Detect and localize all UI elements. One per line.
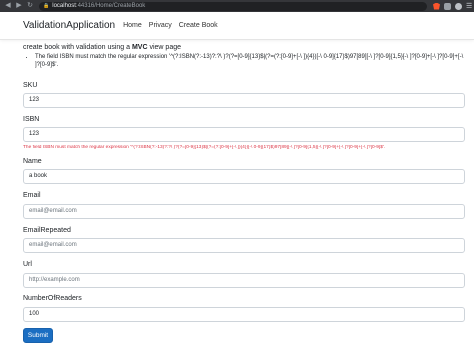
browser-nav: ◀ ▶ ↻: [4, 0, 34, 12]
submit-button[interactable]: Submit: [23, 328, 53, 343]
email-group: Email email@email.com: [23, 191, 465, 219]
name-group: Name a book: [23, 157, 465, 184]
shield-icon[interactable]: [444, 2, 451, 10]
nav-link-home[interactable]: Home: [123, 22, 142, 29]
email-repeated-label: EmailRepeated: [23, 227, 71, 234]
back-arrow-icon[interactable]: ◀: [4, 0, 12, 12]
reload-icon[interactable]: ↻: [26, 0, 34, 12]
nav-link-create-book[interactable]: Create Book: [179, 22, 218, 29]
browser-extensions: ☰: [433, 2, 472, 10]
isbn-label: ISBN: [23, 116, 40, 123]
url-host: localhost: [52, 3, 76, 9]
intro-text-before: create book with validation using a: [23, 44, 132, 51]
brave-lion-icon[interactable]: [433, 2, 440, 10]
isbn-input[interactable]: 123: [23, 127, 465, 142]
isbn-group: ISBN 123 The field ISBN must match the r…: [23, 115, 465, 150]
name-label: Name: [23, 158, 42, 165]
browser-menu-icon[interactable]: ☰: [466, 3, 472, 10]
url-group: Url http://example.com: [23, 260, 465, 288]
url-path: :44316/Home/CreateBook: [75, 3, 146, 9]
validation-summary: The field ISBN must match the regular ex…: [23, 53, 465, 69]
email-input[interactable]: email@email.com: [23, 204, 465, 219]
sku-group: SKU 123: [23, 81, 465, 108]
url-label: Url: [23, 261, 32, 268]
number-of-readers-label: NumberOfReaders: [23, 295, 82, 302]
email-repeated-input[interactable]: email@email.com: [23, 238, 465, 253]
email-label: Email: [23, 192, 41, 199]
name-input[interactable]: a book: [23, 169, 465, 184]
number-of-readers-input[interactable]: 100: [23, 307, 465, 322]
intro-text-bold: MVC: [131, 44, 148, 51]
site-navbar: ValidationApplication Home Privacy Creat…: [0, 12, 474, 40]
validation-summary-item: The field ISBN must match the regular ex…: [35, 53, 465, 69]
profile-avatar-icon[interactable]: [455, 2, 462, 10]
url-input[interactable]: http://example.com: [23, 273, 465, 288]
email-repeated-group: EmailRepeated email@email.com: [23, 226, 465, 253]
page-content: create book with validation using a MVC …: [23, 43, 465, 343]
address-bar[interactable]: 🔒 localhost:44316/Home/CreateBook: [39, 1, 427, 11]
nav-links: Home Privacy Create Book: [123, 22, 218, 29]
intro-text: create book with validation using a MVC …: [23, 43, 465, 52]
navbar-brand[interactable]: ValidationApplication: [23, 20, 115, 31]
browser-toolbar: ◀ ▶ ↻ 🔒 localhost:44316/Home/CreateBook …: [0, 0, 474, 12]
sku-input[interactable]: 123: [23, 93, 465, 108]
isbn-error-message: The field ISBN must match the regular ex…: [23, 145, 386, 150]
forward-arrow-icon[interactable]: ▶: [15, 0, 23, 12]
number-of-readers-group: NumberOfReaders 100: [23, 294, 465, 322]
intro-text-after: view page: [147, 44, 181, 51]
sku-label: SKU: [23, 82, 38, 89]
lock-icon: 🔒: [43, 3, 50, 9]
nav-link-privacy[interactable]: Privacy: [149, 22, 172, 29]
